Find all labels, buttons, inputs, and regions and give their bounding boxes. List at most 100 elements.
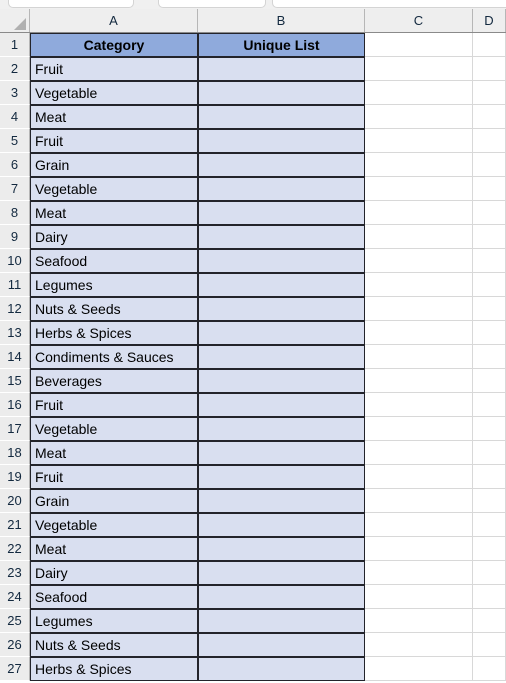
cell-a4[interactable]: Meat	[30, 105, 198, 129]
cell-D5[interactable]	[473, 129, 506, 153]
cell-a19[interactable]: Fruit	[30, 465, 198, 489]
cell-b5[interactable]	[198, 129, 365, 153]
spreadsheet-grid[interactable]: Category Unique List Fruit Vegetable Meat Fru…	[0, 9, 506, 683]
cell-b15[interactable]	[198, 369, 365, 393]
row-header-23[interactable]: 23	[0, 561, 30, 585]
cell-C10[interactable]	[365, 249, 473, 273]
cell-C1[interactable]	[365, 33, 473, 57]
row-header-17[interactable]: 17	[0, 417, 30, 441]
cell-b21[interactable]	[198, 513, 365, 537]
cell-C14[interactable]	[365, 345, 473, 369]
cell-D17[interactable]	[473, 417, 506, 441]
cell-a3[interactable]: Vegetable	[30, 81, 198, 105]
cell-b24[interactable]	[198, 585, 365, 609]
row-header-7[interactable]: 7	[0, 177, 30, 201]
cell-a20[interactable]: Grain	[30, 489, 198, 513]
cell-b14[interactable]	[198, 345, 365, 369]
cell-a22[interactable]: Meat	[30, 537, 198, 561]
cell-a6[interactable]: Grain	[30, 153, 198, 177]
cell-a24[interactable]: Seafood	[30, 585, 198, 609]
cell-a9[interactable]: Dairy	[30, 225, 198, 249]
cell-D19[interactable]	[473, 465, 506, 489]
cell-b17[interactable]	[198, 417, 365, 441]
cell-D16[interactable]	[473, 393, 506, 417]
cell-C17[interactable]	[365, 417, 473, 441]
ribbon-group-2[interactable]	[158, 0, 266, 8]
row-header-4[interactable]: 4	[0, 105, 30, 129]
cell-C4[interactable]	[365, 105, 473, 129]
cell-D13[interactable]	[473, 321, 506, 345]
cell-D14[interactable]	[473, 345, 506, 369]
cell-b16[interactable]	[198, 393, 365, 417]
cell-b26[interactable]	[198, 633, 365, 657]
row-header-27[interactable]: 27	[0, 657, 30, 681]
cell-a11[interactable]: Legumes	[30, 273, 198, 297]
row-header-8[interactable]: 8	[0, 201, 30, 225]
cell-D24[interactable]	[473, 585, 506, 609]
cell-a17[interactable]: Vegetable	[30, 417, 198, 441]
cell-D22[interactable]	[473, 537, 506, 561]
row-header-25[interactable]: 25	[0, 609, 30, 633]
cell-C3[interactable]	[365, 81, 473, 105]
cell-D11[interactable]	[473, 273, 506, 297]
column-header-b[interactable]: B	[198, 9, 365, 32]
cell-C25[interactable]	[365, 609, 473, 633]
cell-a1-category-header[interactable]: Category	[30, 33, 198, 57]
cell-D12[interactable]	[473, 297, 506, 321]
cell-C21[interactable]	[365, 513, 473, 537]
cell-D7[interactable]	[473, 177, 506, 201]
cell-D23[interactable]	[473, 561, 506, 585]
cell-C9[interactable]	[365, 225, 473, 249]
cell-a27[interactable]: Herbs & Spices	[30, 657, 198, 681]
cell-D9[interactable]	[473, 225, 506, 249]
row-header-9[interactable]: 9	[0, 225, 30, 249]
cell-a5[interactable]: Fruit	[30, 129, 198, 153]
cell-C12[interactable]	[365, 297, 473, 321]
cell-b2[interactable]	[198, 57, 365, 81]
ribbon-group-3[interactable]	[272, 0, 506, 8]
row-header-24[interactable]: 24	[0, 585, 30, 609]
cell-C11[interactable]	[365, 273, 473, 297]
cell-b4[interactable]	[198, 105, 365, 129]
cell-C16[interactable]	[365, 393, 473, 417]
cell-D1[interactable]	[473, 33, 506, 57]
cell-C27[interactable]	[365, 657, 473, 681]
cell-D26[interactable]	[473, 633, 506, 657]
cell-C15[interactable]	[365, 369, 473, 393]
cell-b12[interactable]	[198, 297, 365, 321]
row-header-15[interactable]: 15	[0, 369, 30, 393]
cell-C20[interactable]	[365, 489, 473, 513]
cell-D20[interactable]	[473, 489, 506, 513]
cell-D8[interactable]	[473, 201, 506, 225]
cell-b8[interactable]	[198, 201, 365, 225]
cell-b25[interactable]	[198, 609, 365, 633]
cell-a2[interactable]: Fruit	[30, 57, 198, 81]
cell-b23[interactable]	[198, 561, 365, 585]
row-header-22[interactable]: 22	[0, 537, 30, 561]
cell-C2[interactable]	[365, 57, 473, 81]
cell-b13[interactable]	[198, 321, 365, 345]
cell-b22[interactable]	[198, 537, 365, 561]
cell-D18[interactable]	[473, 441, 506, 465]
row-header-14[interactable]: 14	[0, 345, 30, 369]
cell-b11[interactable]	[198, 273, 365, 297]
cell-b6[interactable]	[198, 153, 365, 177]
cell-b10[interactable]	[198, 249, 365, 273]
cell-D4[interactable]	[473, 105, 506, 129]
cell-a15[interactable]: Beverages	[30, 369, 198, 393]
row-header-3[interactable]: 3	[0, 81, 30, 105]
cell-D25[interactable]	[473, 609, 506, 633]
cell-b18[interactable]	[198, 441, 365, 465]
cell-a8[interactable]: Meat	[30, 201, 198, 225]
column-header-c[interactable]: C	[365, 9, 473, 32]
cell-a10[interactable]: Seafood	[30, 249, 198, 273]
cell-b19[interactable]	[198, 465, 365, 489]
cell-b9[interactable]	[198, 225, 365, 249]
row-header-10[interactable]: 10	[0, 249, 30, 273]
row-header-6[interactable]: 6	[0, 153, 30, 177]
cell-b27[interactable]	[198, 657, 365, 681]
cell-b3[interactable]	[198, 81, 365, 105]
cell-b7[interactable]	[198, 177, 365, 201]
column-header-d[interactable]: D	[473, 9, 506, 32]
row-header-12[interactable]: 12	[0, 297, 30, 321]
